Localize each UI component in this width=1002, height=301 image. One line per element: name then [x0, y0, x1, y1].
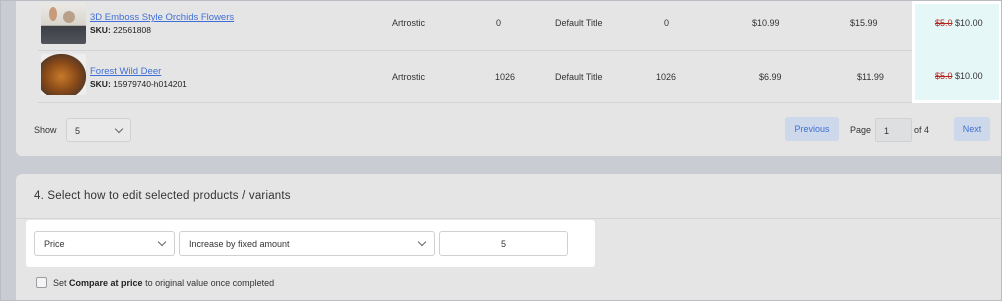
row-divider: [38, 102, 1002, 103]
price-cell: $15.99: [850, 18, 878, 28]
previous-button[interactable]: Previous: [785, 117, 839, 141]
old-price-struck: $5.0: [935, 71, 953, 81]
sku-label: SKU:: [90, 79, 111, 89]
cost-cell: $10.99: [752, 18, 780, 28]
edit-field-select[interactable]: Price: [34, 231, 175, 256]
chevron-down-icon: [157, 237, 167, 247]
checkbox-prefix: Set: [53, 278, 67, 288]
chevron-down-icon: [417, 237, 427, 247]
checkbox-suffix: to original value once completed: [145, 278, 275, 288]
new-price-cell: $5.0 $10.00: [935, 71, 983, 81]
new-price-value: $10.00: [955, 71, 983, 81]
table-row: Forest Wild Deer SKU: 15979740-h014201 A…: [38, 51, 1002, 101]
page-label: Page: [850, 125, 872, 135]
product-sku: SKU: 22561808: [90, 25, 151, 35]
page-total-label: of 4: [914, 125, 930, 135]
variant-quantity-cell: 1026: [656, 72, 677, 82]
variant-cell: Default Title: [555, 72, 603, 82]
vendor-cell: Artrostic: [392, 18, 426, 28]
new-price-column: $5.0 $10.00 $5.0 $10.00: [915, 4, 999, 100]
page-size-value: 5: [75, 126, 81, 136]
section-divider: [16, 218, 1002, 219]
vendor-cell: Artrostic: [392, 72, 426, 82]
cost-cell: $6.99: [759, 72, 782, 82]
show-label: Show: [34, 125, 57, 135]
edit-controls-panel: Price Increase by fixed amount 5: [26, 220, 595, 267]
sku-value: 15979740-h014201: [113, 79, 187, 89]
quantity-cell: 0: [496, 18, 502, 28]
next-button[interactable]: Next: [954, 117, 990, 141]
compare-at-price-label: Set Compare at price to original value o…: [53, 278, 274, 288]
table-row: 3D Emboss Style Orchids Flowers SKU: 225…: [38, 0, 1002, 50]
compare-at-price-checkbox[interactable]: [36, 277, 47, 288]
page-size-select[interactable]: 5: [66, 118, 131, 142]
edit-method-card: 4. Select how to edit selected products …: [16, 174, 1002, 301]
old-price-struck: $5.0: [935, 18, 953, 28]
chevron-down-icon: [114, 124, 124, 134]
product-title-link[interactable]: Forest Wild Deer: [90, 66, 161, 77]
new-price-value: $10.00: [955, 18, 983, 28]
edit-method-value: Increase by fixed amount: [189, 239, 290, 249]
page-number-input[interactable]: 1: [875, 118, 912, 142]
quantity-cell: 1026: [495, 72, 516, 82]
variant-cell: Default Title: [555, 18, 603, 28]
products-card: 3D Emboss Style Orchids Flowers SKU: 225…: [16, 0, 1002, 156]
amount-value: 5: [500, 239, 506, 249]
checkbox-bold-text: Compare at price: [69, 278, 143, 288]
product-thumbnail: [41, 54, 86, 95]
variant-quantity-cell: 0: [664, 18, 670, 28]
page-number-value: 1: [884, 126, 890, 136]
product-thumbnail: [41, 3, 86, 44]
edit-field-value: Price: [44, 239, 65, 249]
sku-value: 22561808: [113, 25, 151, 35]
edit-method-select[interactable]: Increase by fixed amount: [179, 231, 435, 256]
section-title: 4. Select how to edit selected products …: [34, 190, 291, 202]
price-cell: $11.99: [857, 72, 884, 82]
product-sku: SKU: 15979740-h014201: [90, 79, 187, 89]
product-title-link[interactable]: 3D Emboss Style Orchids Flowers: [90, 12, 234, 23]
new-price-cell: $5.0 $10.00: [935, 18, 983, 28]
sku-label: SKU:: [90, 25, 111, 35]
amount-input[interactable]: 5: [439, 231, 568, 256]
